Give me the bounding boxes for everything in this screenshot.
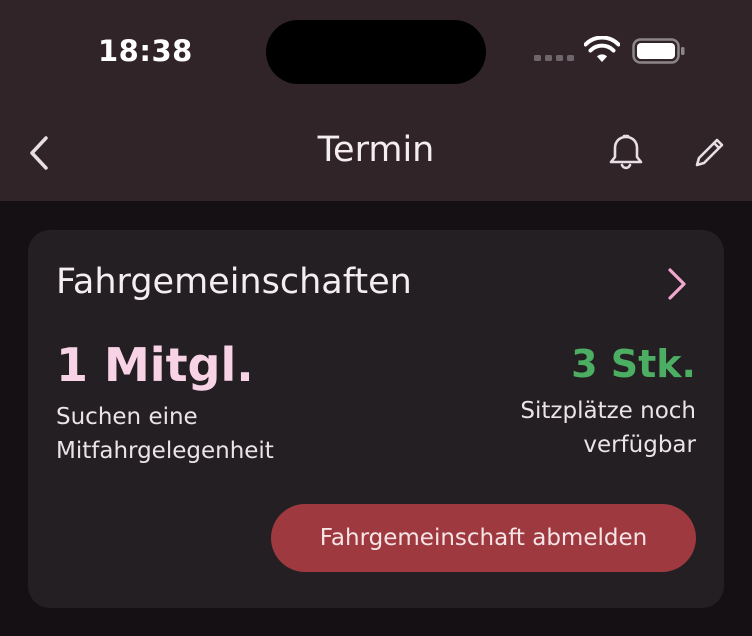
wifi-icon (584, 36, 620, 62)
members-count: 1 Mitgl. (56, 338, 254, 392)
top-bar: 18:38 Termin (0, 0, 752, 201)
status-time: 18:38 (98, 34, 193, 68)
app-screen: 18:38 Termin Fahrgemeinschaften 1 Mitgl.… (0, 0, 752, 636)
bell-icon[interactable] (606, 132, 646, 172)
signal-icon (534, 55, 574, 61)
pencil-icon[interactable] (692, 134, 728, 170)
seats-count: 3 Stk. (571, 342, 696, 386)
card-title: Fahrgemeinschaften (56, 262, 412, 302)
members-label: Suchen eine Mitfahrgelegenheit (56, 404, 274, 464)
chevron-left-icon[interactable] (24, 134, 54, 172)
unsubscribe-carpool-button[interactable]: Fahrgemeinschaft abmelden (271, 504, 696, 572)
dynamic-island (266, 20, 486, 84)
carpool-card[interactable]: Fahrgemeinschaften 1 Mitgl. Suchen eine … (28, 230, 724, 608)
chevron-right-icon[interactable] (664, 264, 690, 304)
seats-label: Sitzplätze noch verfügbar (520, 398, 696, 458)
battery-icon (632, 38, 685, 64)
